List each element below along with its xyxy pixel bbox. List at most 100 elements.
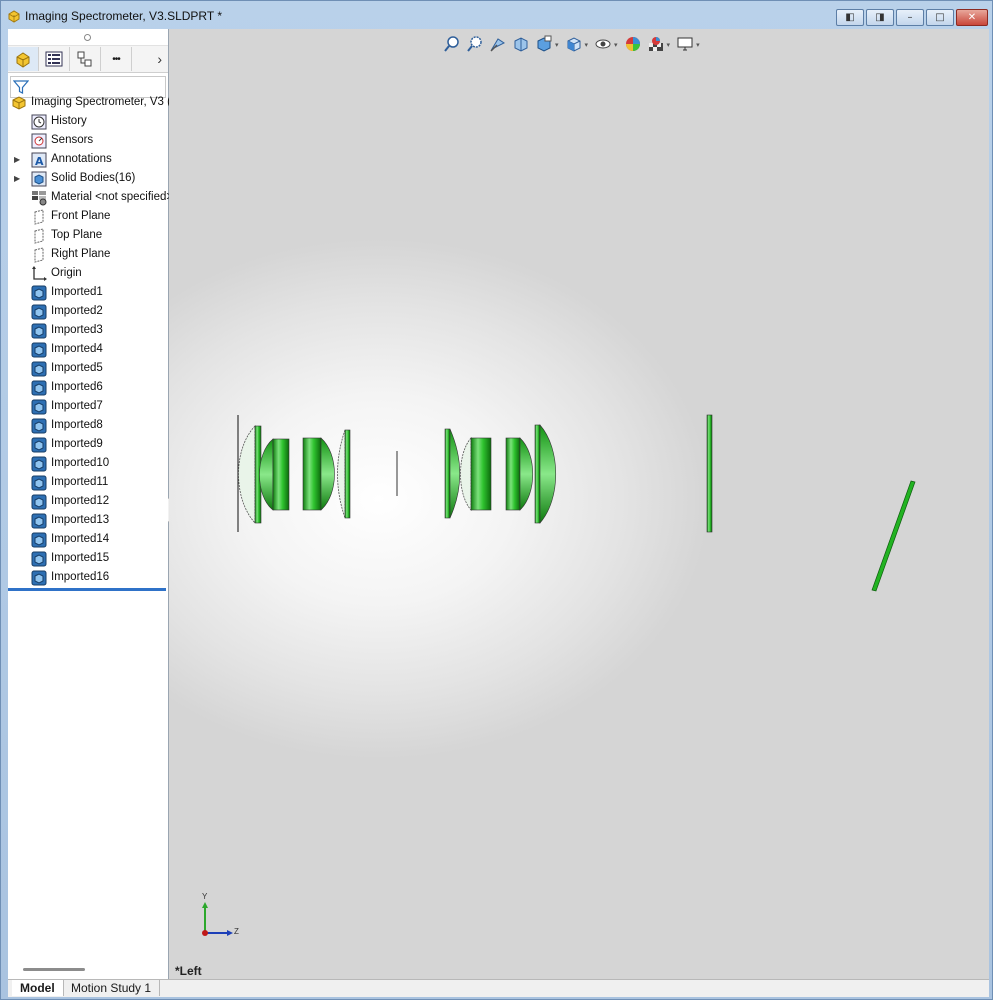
tree-item-imported15[interactable]: Imported15 (8, 550, 168, 569)
configuration-manager-tab[interactable] (70, 47, 101, 71)
tree-item-solid-bodies-16[interactable]: ▶ Solid Bodies(16) (8, 170, 168, 189)
tree-item-imaging-spectrometer-v3-d[interactable]: Imaging Spectrometer, V3 (D (8, 94, 179, 113)
tree-item-imported14[interactable]: Imported14 (8, 531, 168, 550)
panel-grip-icon[interactable] (84, 34, 91, 41)
tree-item-top-plane[interactable]: Top Plane (8, 227, 168, 246)
property-manager-tab[interactable] (39, 47, 70, 71)
imported-body-icon (31, 418, 47, 434)
panel-scroll-handle[interactable] (23, 968, 85, 971)
tree-item-imported8[interactable]: Imported8 (8, 417, 168, 436)
annotations-icon: A (31, 152, 47, 168)
tree-item-imported16[interactable]: Imported16 (8, 569, 168, 588)
lens-element[interactable] (238, 425, 262, 525)
tree-item-label: Imported16 (51, 571, 110, 583)
tree-item-label: Annotations (51, 153, 112, 165)
tree-item-label: Material <not specified> (51, 191, 174, 203)
tree-item-label: Imported7 (51, 400, 103, 412)
tree-item-label: Imported11 (51, 476, 109, 488)
tree-item-front-plane[interactable]: Front Plane (8, 208, 168, 227)
tree-item-label: Sensors (51, 134, 94, 146)
expand-arrow-icon[interactable]: ▶ (14, 174, 20, 183)
feature-tree: Imaging Spectrometer, V3 (D History Sensor… (8, 94, 179, 588)
part-document-icon (8, 10, 20, 23)
tree-item-imported2[interactable]: Imported2 (8, 303, 168, 322)
tree-item-imported6[interactable]: Imported6 (8, 379, 168, 398)
plane-icon (31, 228, 47, 244)
imported-body-icon (31, 494, 47, 510)
tree-item-label: Imported1 (51, 286, 103, 298)
imported-body-icon (31, 323, 47, 339)
imported-body-icon (31, 513, 47, 529)
imported-body-icon (31, 380, 47, 396)
tab-model[interactable]: Model (12, 980, 64, 996)
close-button[interactable]: ✕ (956, 9, 988, 26)
tile-right-button[interactable]: ◨ (866, 9, 894, 26)
tree-item-imported11[interactable]: Imported11 (8, 474, 168, 493)
lens-element[interactable] (505, 437, 534, 511)
feature-manager-tab[interactable] (8, 47, 39, 71)
minimize-button[interactable]: – (896, 9, 924, 26)
tree-item-label: Right Plane (51, 248, 111, 260)
sensors-icon (31, 133, 47, 149)
part-icon (11, 95, 27, 111)
tree-item-imported12[interactable]: Imported12 (8, 493, 168, 512)
tree-item-imported1[interactable]: Imported1 (8, 284, 168, 303)
graphics-area[interactable]: ▾ ▾ ▾ ▾ ▾ Y Z *Left (169, 29, 989, 979)
tree-item-label: Front Plane (51, 210, 111, 222)
tree-item-imported10[interactable]: Imported10 (8, 455, 168, 474)
tree-item-annotations[interactable]: ▶ A Annotations (8, 151, 168, 170)
tree-item-right-plane[interactable]: Right Plane (8, 246, 168, 265)
chevron-right-icon[interactable]: › (157, 51, 162, 67)
tree-item-imported3[interactable]: Imported3 (8, 322, 168, 341)
tree-item-label: Imported4 (51, 343, 103, 355)
imported-body-icon (31, 437, 47, 453)
imported-body-icon (31, 570, 47, 586)
lens-element[interactable] (337, 429, 351, 519)
tree-item-label: Imaging Spectrometer, V3 (D (31, 96, 180, 108)
feature-manager-panel: ••• › Imaging Spectrometer, V3 (D History… (8, 29, 179, 979)
feature-manager-tabs: ••• › (8, 46, 168, 73)
imported-body-icon (31, 532, 47, 548)
tree-item-label: Imported2 (51, 305, 103, 317)
tree-item-imported4[interactable]: Imported4 (8, 341, 168, 360)
tree-item-label: Imported15 (51, 552, 110, 564)
tab-motion-study-1[interactable]: Motion Study 1 (63, 980, 161, 996)
tree-item-material-not-specified[interactable]: Material <not specified> (8, 189, 173, 208)
lens-element[interactable] (302, 437, 335, 511)
tree-item-imported13[interactable]: Imported13 (8, 512, 168, 531)
lens-element[interactable] (460, 436, 492, 512)
tree-item-label: Imported14 (51, 533, 110, 545)
triad-z-label: Z (234, 927, 239, 936)
tile-left-button[interactable]: ◧ (836, 9, 864, 26)
tree-item-label: Imported6 (51, 381, 103, 393)
lens-element[interactable] (444, 428, 461, 519)
feature-manager-icon (16, 52, 30, 68)
rollback-bar[interactable] (8, 588, 166, 591)
maximize-button[interactable]: □ (926, 9, 954, 26)
more-tabs-button[interactable]: ••• (101, 47, 132, 71)
svg-text:A: A (35, 155, 44, 168)
tree-item-history[interactable]: History (8, 113, 168, 132)
detector-plate[interactable] (871, 480, 916, 592)
imported-body-icon (31, 342, 47, 358)
imported-body-icon (31, 456, 47, 472)
tree-item-label: Solid Bodies(16) (51, 172, 136, 184)
tree-item-imported7[interactable]: Imported7 (8, 398, 168, 417)
plane-icon (31, 209, 47, 225)
origin-icon (31, 266, 47, 282)
tree-item-origin[interactable]: Origin (8, 265, 168, 284)
history-icon (31, 114, 47, 130)
tree-item-label: Imported10 (51, 457, 110, 469)
tree-item-sensors[interactable]: Sensors (8, 132, 168, 151)
tree-item-imported5[interactable]: Imported5 (8, 360, 168, 379)
grating-plate[interactable] (706, 414, 713, 533)
imported-body-icon (31, 361, 47, 377)
expand-arrow-icon[interactable]: ▶ (14, 155, 20, 164)
tree-item-imported9[interactable]: Imported9 (8, 436, 168, 455)
material-icon (31, 190, 47, 206)
lens-element[interactable] (534, 424, 556, 524)
imported-body-icon (31, 285, 47, 301)
title-bar[interactable]: Imaging Spectrometer, V3.SLDPRT * ◧ ◨ – … (1, 1, 993, 31)
lens-element[interactable] (259, 438, 290, 511)
configuration-manager-icon (77, 51, 92, 67)
